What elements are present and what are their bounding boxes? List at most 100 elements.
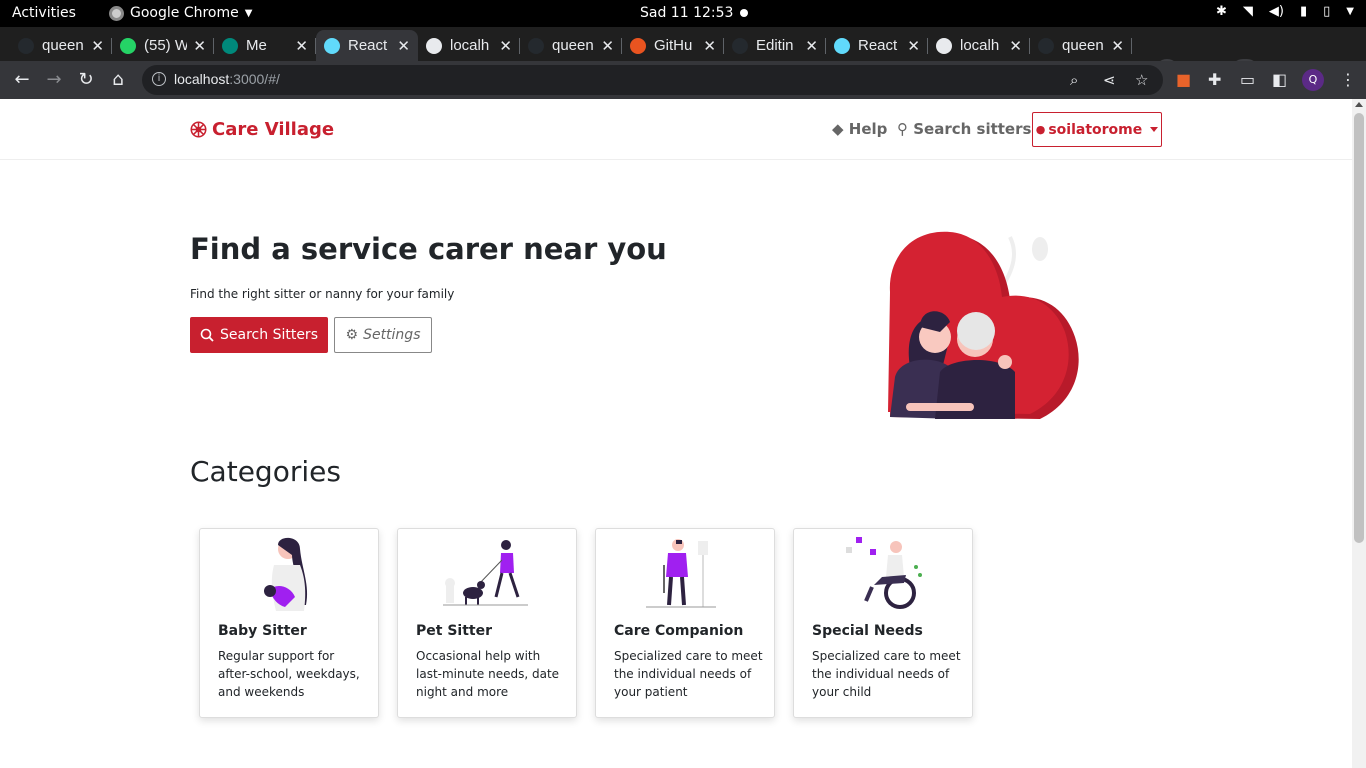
browser-tab[interactable]: React ✕ — [826, 30, 928, 61]
github-icon — [732, 37, 748, 54]
profile-avatar[interactable]: Q — [1302, 69, 1324, 91]
category-card-special-needs[interactable]: Special Needs Specialized care to meet t… — [793, 528, 973, 718]
browser-tab[interactable]: Me ✕ — [214, 30, 316, 61]
nav-search-link[interactable]: ⚲ Search sitters — [897, 120, 1031, 138]
bookmark-star-icon[interactable]: ☆ — [1135, 71, 1148, 89]
tab-separator — [1131, 38, 1132, 54]
forward-icon[interactable]: → — [44, 69, 64, 90]
tab-title: queen — [552, 37, 594, 54]
close-tab-icon[interactable]: ✕ — [907, 37, 920, 55]
settings-label: Settings — [363, 327, 421, 343]
tab-title: GitHu — [654, 37, 693, 54]
side-panel-icon[interactable]: ◧ — [1272, 70, 1287, 89]
reload-icon[interactable]: ↻ — [76, 69, 96, 90]
heart-caregiver-illustration — [888, 231, 1079, 419]
browser-tab[interactable]: localh ✕ — [418, 30, 520, 61]
nav-search-label: Search sitters — [913, 120, 1032, 138]
brand-logo[interactable]: Care Village — [190, 119, 334, 140]
category-title: Pet Sitter — [416, 623, 492, 639]
category-description: Specialized care to meet the individual … — [614, 649, 763, 699]
search-sitters-button[interactable]: Search Sitters — [190, 317, 328, 353]
nav-help-link[interactable]: ◆ Help — [832, 120, 887, 138]
scroll-up-icon[interactable] — [1355, 102, 1363, 107]
hero-subtitle: Find the right sitter or nanny for your … — [190, 287, 455, 301]
gear-icon: ⚙ — [345, 327, 359, 343]
browser-tab[interactable]: localh ✕ — [928, 30, 1030, 61]
system-tray[interactable]: ✱ ◥ ◀) ▮ ▯ ▼ — [1216, 4, 1354, 19]
browser-tab[interactable]: queen ✕ — [10, 30, 112, 61]
activities-button[interactable]: Activities — [12, 5, 76, 21]
category-description: Specialized care to meet the individual … — [812, 649, 961, 699]
tab-title: queen — [42, 37, 84, 54]
tab-title: Me — [246, 37, 267, 54]
browser-tab[interactable]: Editin ✕ — [724, 30, 826, 61]
url-text[interactable]: localhost:3000/#/ — [174, 71, 280, 87]
close-tab-icon[interactable]: ✕ — [1009, 37, 1022, 55]
clock[interactable]: Sad 11 12:53 — [640, 5, 733, 21]
zoom-icon[interactable]: ⌕ — [1070, 71, 1078, 89]
close-tab-icon[interactable]: ✕ — [397, 37, 410, 55]
hero-title: Find a service carer near you — [190, 232, 667, 266]
pet-sitter-illustration — [443, 540, 528, 606]
tab-title: (55) W — [144, 37, 188, 54]
browser-tab[interactable]: queen ✕ — [1030, 30, 1132, 61]
github-icon — [528, 37, 544, 54]
category-card-baby-sitter[interactable]: Baby Sitter Regular support for after-sc… — [199, 528, 379, 718]
close-tab-icon[interactable]: ✕ — [295, 37, 308, 55]
category-card-care-companion[interactable]: Care Companion Specialized care to meet … — [595, 528, 775, 718]
page-scrollbar[interactable] — [1352, 99, 1366, 768]
scrollbar-thumb[interactable] — [1354, 113, 1364, 543]
microphone-icon: ▮ — [1299, 4, 1308, 19]
extension-icon[interactable]: ■ — [1176, 70, 1191, 89]
notification-dot — [740, 9, 748, 17]
tab-title: queen — [1062, 37, 1104, 54]
category-title: Care Companion — [614, 623, 744, 639]
slack-icon: ✱ — [1216, 4, 1227, 19]
ubuntu-icon — [630, 37, 646, 54]
browser-tab[interactable]: queen ✕ — [520, 30, 622, 61]
browser-tab[interactable]: GitHu ✕ — [622, 30, 724, 61]
close-tab-icon[interactable]: ✕ — [193, 37, 206, 55]
app-menu[interactable]: Google Chrome ▼ — [109, 5, 252, 21]
category-description: Regular support for after-school, weekda… — [218, 649, 360, 699]
close-tab-icon[interactable]: ✕ — [805, 37, 818, 55]
user-dropdown-button[interactable]: ● soilatorome — [1032, 112, 1162, 147]
github-icon — [18, 37, 34, 54]
menu-icon[interactable]: ⋮ — [1340, 70, 1356, 89]
settings-button[interactable]: ⚙ Settings — [334, 317, 432, 353]
categories-heading: Categories — [190, 455, 341, 488]
address-bar[interactable]: i localhost:3000/#/ ⌕ ⋖ ☆ — [142, 65, 1163, 95]
whatsapp-icon — [120, 37, 136, 54]
browser-toolbar: ← → ↻ ⌂ i localhost:3000/#/ ⌕ ⋖ ☆ ■ ✚ ▭ … — [0, 61, 1366, 99]
user-icon: ● — [1035, 123, 1046, 136]
os-top-bar: Activities Google Chrome ▼ Sad 11 12:53 … — [0, 0, 1366, 27]
back-icon[interactable]: ← — [12, 69, 32, 90]
tab-title: React — [348, 37, 388, 54]
category-card-pet-sitter[interactable]: Pet Sitter Occasional help with last-min… — [397, 528, 577, 718]
browser-tab[interactable]: (55) W ✕ — [112, 30, 214, 61]
search-icon: ⚲ — [897, 120, 908, 138]
extensions-puzzle-icon[interactable]: ✚ — [1208, 70, 1221, 89]
close-tab-icon[interactable]: ✕ — [91, 37, 104, 55]
brand-name: Care Village — [212, 119, 335, 140]
site-info-icon[interactable]: i — [152, 72, 166, 86]
tab-strip: queen ✕ (55) W ✕ Me ✕ React ✕ localh ✕ queen ✕ GitHu… — [0, 27, 1366, 85]
globe-icon — [936, 37, 952, 54]
meet-icon — [222, 37, 238, 54]
tab-title: localh — [450, 37, 490, 54]
github-icon — [1038, 37, 1054, 54]
share-icon[interactable]: ⋖ — [1103, 71, 1116, 89]
search-icon — [200, 328, 214, 342]
tab-title: React — [858, 37, 898, 54]
home-icon[interactable]: ⌂ — [108, 69, 128, 90]
cast-icon[interactable]: ▭ — [1240, 70, 1255, 89]
close-tab-icon[interactable]: ✕ — [499, 37, 512, 55]
close-tab-icon[interactable]: ✕ — [703, 37, 716, 55]
browser-tab[interactable]: React ✕ — [316, 30, 418, 61]
special-needs-illustration — [846, 537, 922, 609]
flower-icon — [190, 121, 207, 138]
app-name: Google Chrome — [130, 5, 239, 21]
help-icon: ◆ — [832, 120, 844, 138]
close-tab-icon[interactable]: ✕ — [601, 37, 614, 55]
close-tab-icon[interactable]: ✕ — [1111, 37, 1124, 55]
